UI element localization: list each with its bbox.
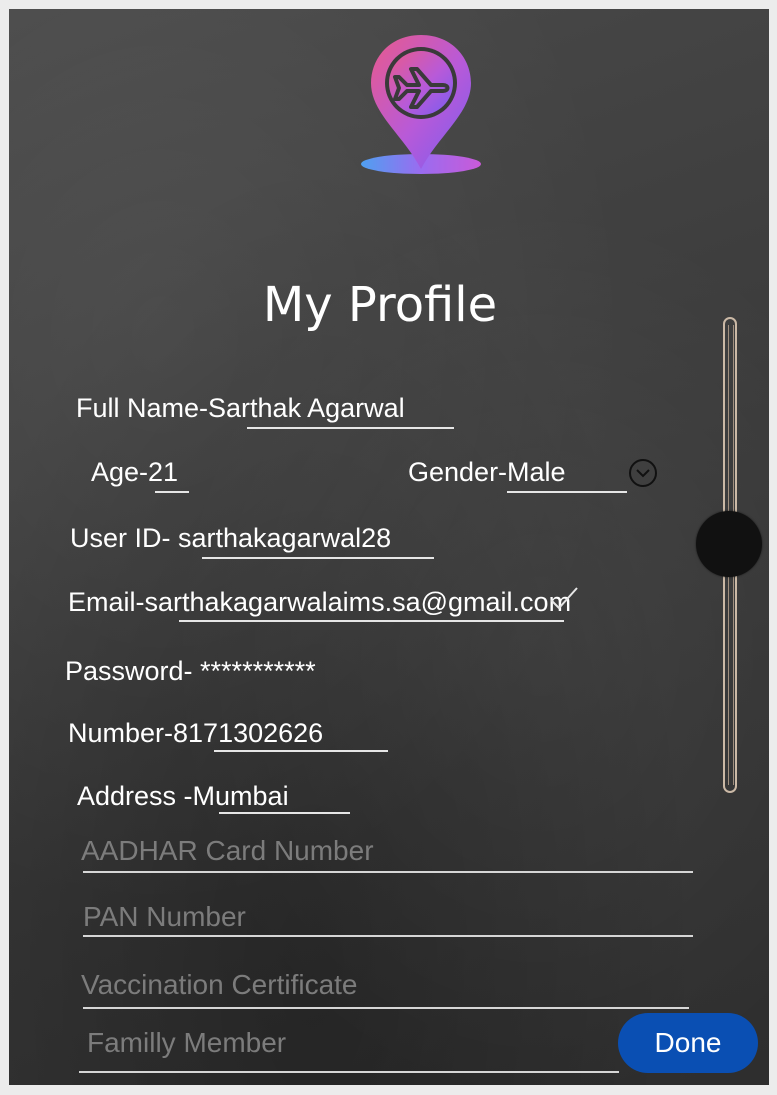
- family-member-input-underline: [79, 1071, 619, 1073]
- gender-field[interactable]: Gender-Male: [408, 457, 566, 488]
- full-name-field[interactable]: Full Name-Sarthak Agarwal: [76, 393, 405, 424]
- pan-input-underline: [83, 935, 693, 937]
- email-field[interactable]: Email-sarthakagarwalaims.sa@gmail.com: [68, 587, 571, 618]
- vaccination-input-underline: [83, 1007, 689, 1009]
- gender-underline: [507, 491, 627, 493]
- scrollbar-thumb[interactable]: [696, 511, 762, 577]
- phone-number-underline: [214, 750, 388, 752]
- aadhar-input-underline: [83, 871, 693, 873]
- pan-input-placeholder[interactable]: PAN Number: [83, 901, 246, 933]
- user-id-underline: [202, 557, 434, 559]
- aadhar-input-placeholder[interactable]: AADHAR Card Number: [81, 835, 374, 867]
- page-title: My Profile: [262, 277, 498, 333]
- chevron-down-circle-icon[interactable]: [629, 459, 657, 487]
- full-name-underline: [247, 427, 454, 429]
- done-button[interactable]: Done: [618, 1013, 758, 1073]
- phone-number-field[interactable]: Number-8171302626: [68, 718, 323, 749]
- password-field[interactable]: Password- ***********: [65, 656, 316, 687]
- email-underline: [179, 620, 564, 622]
- checkmark-icon: [550, 587, 578, 610]
- vaccination-input-placeholder[interactable]: Vaccination Certificate: [81, 969, 358, 1001]
- airplane-location-pin-icon: [361, 35, 481, 174]
- age-underline: [155, 491, 189, 493]
- family-member-input-placeholder[interactable]: Familly Member: [87, 1027, 286, 1059]
- user-id-field[interactable]: User ID- sarthakagarwal28: [70, 523, 391, 554]
- address-underline: [219, 812, 350, 814]
- age-field[interactable]: Age-21: [91, 457, 178, 488]
- address-field[interactable]: Address -Mumbai: [77, 781, 289, 812]
- profile-screen: My Profile Full Name-Sarthak Agarwal Age…: [9, 9, 769, 1085]
